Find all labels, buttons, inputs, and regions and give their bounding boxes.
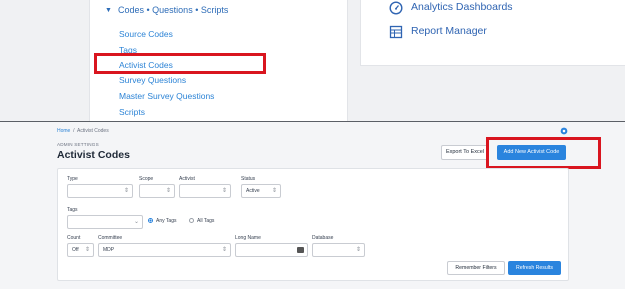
select-arrows-icon: ⇕ xyxy=(221,247,227,253)
type-select[interactable]: ⇕ xyxy=(67,184,133,198)
breadcrumb: Home / Activist Codes xyxy=(57,128,109,134)
keyboard-icon xyxy=(297,247,304,253)
committee-value: MDP xyxy=(103,247,115,253)
all-tags-label: All Tags xyxy=(197,218,215,224)
filter-panel: Type ⇕ Scope ⇕ Activist ⇕ Status Active ⇕… xyxy=(57,168,569,281)
activist-codes-page: Home / Activist Codes ADMIN SETTINGS Act… xyxy=(0,122,625,289)
remember-filters-button[interactable]: Remember Filters xyxy=(447,261,505,275)
breadcrumb-separator: / xyxy=(73,128,75,134)
chevron-down-icon: ▼ xyxy=(105,7,112,14)
menu-item-master-survey-questions[interactable]: Master Survey Questions xyxy=(119,91,214,101)
add-new-activist-code-button[interactable]: Add New Activist Code xyxy=(497,145,566,160)
chevron-down-icon: ⌄ xyxy=(133,219,139,225)
all-tags-radio[interactable]: All Tags xyxy=(189,218,214,224)
menu-item-survey-questions[interactable]: Survey Questions xyxy=(119,75,186,85)
status-select[interactable]: Active ⇕ xyxy=(241,184,281,198)
refresh-results-button[interactable]: Refresh Results xyxy=(508,261,561,275)
scope-label: Scope xyxy=(139,176,154,182)
count-label: Count xyxy=(67,235,81,241)
breadcrumb-current: Activist Codes xyxy=(77,128,109,134)
select-arrows-icon: ⇕ xyxy=(84,247,90,253)
menu-item-source-codes[interactable]: Source Codes xyxy=(119,29,173,39)
tags-select[interactable]: ⌄ xyxy=(67,215,143,229)
radio-selected-icon xyxy=(148,218,153,223)
report-table-icon xyxy=(389,25,403,39)
activist-label: Activist xyxy=(179,176,195,182)
select-arrows-icon: ⇕ xyxy=(355,247,361,253)
breadcrumb-home[interactable]: Home xyxy=(57,128,70,134)
long-name-input[interactable] xyxy=(235,243,308,257)
codes-menu-header-label: Codes • Questions • Scripts xyxy=(118,5,229,15)
help-icon[interactable] xyxy=(560,127,568,135)
menu-item-scripts[interactable]: Scripts xyxy=(119,107,145,117)
export-to-excel-button[interactable]: Export To Excel xyxy=(441,145,489,160)
report-manager-link[interactable]: Report Manager xyxy=(411,25,487,37)
activist-select[interactable]: ⇕ xyxy=(179,184,231,198)
any-tags-radio[interactable]: Any Tags xyxy=(148,218,176,224)
database-label: Database xyxy=(312,235,334,241)
scope-select[interactable]: ⇕ xyxy=(139,184,175,198)
status-label: Status xyxy=(241,176,256,182)
type-label: Type xyxy=(67,176,78,182)
codes-menu-card: ▼ Codes • Questions • Scripts Source Code… xyxy=(89,0,348,122)
page-title: Activist Codes xyxy=(57,149,130,161)
tags-label: Tags xyxy=(67,207,78,213)
radio-unselected-icon xyxy=(189,218,194,223)
database-select[interactable]: ⇕ xyxy=(312,243,365,257)
any-tags-label: Any Tags xyxy=(156,218,177,224)
codes-menu-header[interactable]: ▼ Codes • Questions • Scripts xyxy=(105,5,228,15)
committee-select[interactable]: MDP ⇕ xyxy=(98,243,231,257)
committee-label: Committee xyxy=(98,235,123,241)
count-select[interactable]: Off ⇕ xyxy=(67,243,94,257)
select-arrows-icon: ⇕ xyxy=(165,188,171,194)
select-arrows-icon: ⇕ xyxy=(221,188,227,194)
select-arrows-icon: ⇕ xyxy=(271,188,277,194)
page-eyebrow: ADMIN SETTINGS xyxy=(57,142,99,147)
status-value: Active xyxy=(246,188,260,194)
menu-item-tags[interactable]: Tags xyxy=(119,45,137,55)
select-arrows-icon: ⇕ xyxy=(123,188,129,194)
dashboard-gauge-icon xyxy=(389,1,403,15)
menu-item-activist-codes[interactable]: Activist Codes xyxy=(119,60,173,70)
reports-menu-card: Analytics Dashboards Report Manager xyxy=(360,0,625,66)
long-name-label: Long Name xyxy=(235,235,261,241)
analytics-dashboards-link[interactable]: Analytics Dashboards xyxy=(411,1,513,13)
admin-menu-panel: ▼ Codes • Questions • Scripts Source Code… xyxy=(0,0,625,122)
count-value: Off xyxy=(72,247,79,253)
